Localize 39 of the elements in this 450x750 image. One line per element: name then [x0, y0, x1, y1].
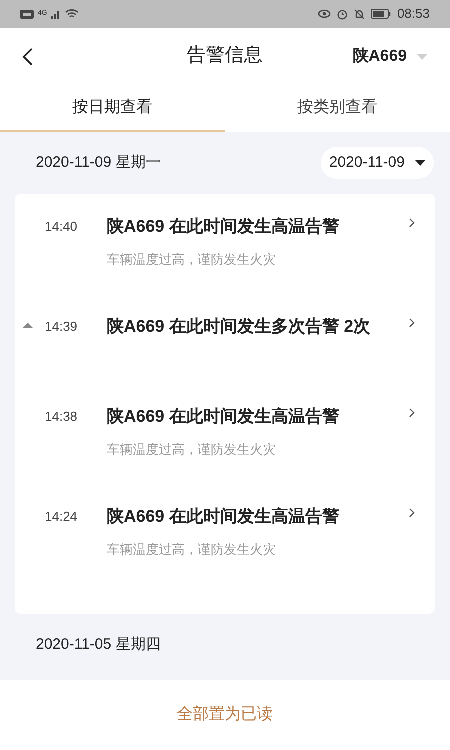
alert-time: 14:24: [45, 508, 79, 526]
status-time: 08:53: [397, 5, 430, 24]
eye-icon: [318, 9, 332, 19]
chevron-right-icon: [409, 408, 415, 418]
alert-title: 陕A669 在此时间发生高温告警: [107, 216, 340, 238]
tab[interactable]: 按日期查看: [0, 85, 225, 132]
battery-icon: [371, 9, 392, 19]
alert-title: 陕A669 在此时间发生多次告警 2次: [107, 316, 372, 338]
bell-off-icon: [354, 8, 366, 20]
alert-item[interactable]: 14:38 陕A669 在此时间发生高温告警 车辆温度过高，谨防发生火灾: [15, 404, 435, 504]
alarm-icon: [337, 8, 348, 20]
alert-item[interactable]: 14:40 陕A669 在此时间发生高温告警 车辆温度过高，谨防发生火灾: [15, 214, 435, 314]
alert-item[interactable]: 14:24 陕A669 在此时间发生高温告警 车辆温度过高，谨防发生火灾: [15, 504, 435, 604]
alert-title: 陕A669 在此时间发生高温告警: [107, 506, 340, 528]
back-icon[interactable]: [22, 46, 34, 66]
alert-title: 陕A669 在此时间发生高温告警: [107, 406, 340, 428]
chevron-right-icon: [409, 508, 415, 518]
alert-time: 14:38: [45, 408, 79, 426]
alert-detail: 车辆温度过高，谨防发生火灾: [107, 251, 277, 269]
alert-time: 14:39: [45, 318, 79, 336]
alert-item[interactable]: 14:39 陕A669 在此时间发生多次告警 2次: [15, 314, 435, 404]
tab[interactable]: 按类别查看: [225, 85, 450, 132]
signal-icon: [51, 9, 62, 19]
alert-detail: 车辆温度过高，谨防发生火灾: [107, 441, 277, 459]
date-picker[interactable]: 2020-11-09: [321, 147, 434, 179]
date-heading: 2020-11-09 星期一: [36, 152, 161, 173]
caret-icon: [417, 54, 428, 60]
expand-icon[interactable]: [23, 323, 33, 328]
vehicle-dropdown[interactable]: 陕A669: [352, 44, 428, 68]
mark-all-read-button[interactable]: 全部置为已读: [177, 703, 273, 727]
alert-detail: 车辆温度过高，谨防发生火灾: [107, 541, 277, 559]
page-title: 告警信息: [187, 44, 263, 68]
chevron-right-icon: [409, 318, 415, 328]
caret-icon: [415, 160, 426, 166]
chevron-right-icon: [409, 218, 415, 228]
date-heading: 2020-11-05 星期四: [36, 634, 161, 655]
wifi-icon: [65, 9, 80, 19]
alert-time: 14:40: [45, 218, 79, 236]
hd-icon: [20, 10, 34, 18]
